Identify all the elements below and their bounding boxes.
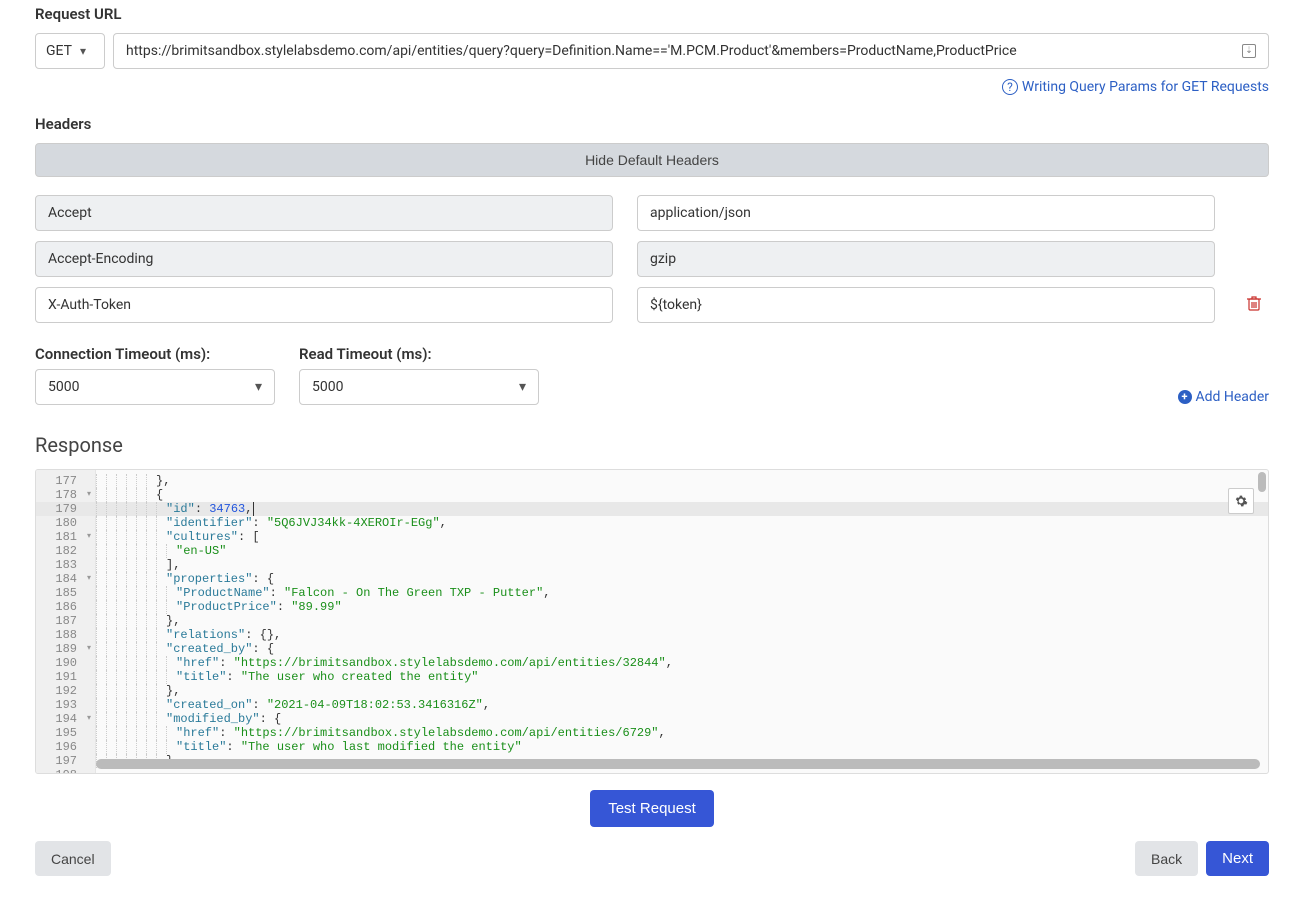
hide-default-headers-button[interactable]: Hide Default Headers <box>35 143 1269 177</box>
add-header-button[interactable]: + Add Header <box>1178 389 1270 405</box>
request-url-input[interactable]: https://brimitsandbox.stylelabsdemo.com/… <box>113 33 1269 69</box>
header-value[interactable]: application/json <box>637 195 1215 231</box>
delete-header-button[interactable] <box>1239 295 1269 315</box>
header-key[interactable]: X-Auth-Token <box>35 287 613 323</box>
help-icon: ? <box>1002 79 1018 95</box>
plus-icon: + <box>1178 390 1192 404</box>
settings-button[interactable] <box>1228 488 1254 514</box>
header-key: Accept <box>35 195 613 231</box>
trash-icon <box>1247 295 1261 311</box>
connection-timeout-value: 5000 <box>48 379 79 395</box>
http-method-select[interactable]: GET <box>35 33 105 69</box>
header-value[interactable]: ${token} <box>637 287 1215 323</box>
read-timeout-select[interactable]: 5000 <box>299 369 539 405</box>
next-button[interactable]: Next <box>1206 841 1269 876</box>
cancel-button[interactable]: Cancel <box>35 841 111 876</box>
connection-timeout-select[interactable]: 5000 <box>35 369 275 405</box>
request-url-label: Request URL <box>35 5 1269 23</box>
gear-icon <box>1234 494 1248 508</box>
header-value: gzip <box>637 241 1215 277</box>
read-timeout-value: 5000 <box>312 379 343 395</box>
http-method-value: GET <box>46 43 72 59</box>
add-header-label: Add Header <box>1196 389 1270 405</box>
headers-label: Headers <box>35 115 1269 133</box>
help-link-row: ?Writing Query Params for GET Requests <box>35 79 1269 95</box>
line-number-gutter: 1771781791801811821831841851861871881891… <box>36 470 96 773</box>
response-code-panel[interactable]: 1771781791801811821831841851861871881891… <box>35 469 1269 774</box>
header-key: Accept-Encoding <box>35 241 613 277</box>
code-body[interactable]: },{"id": 34763,"identifier": "5Q6JVJ34kk… <box>96 470 1268 773</box>
headers-grid: Accept application/json Accept-Encoding … <box>35 195 1269 323</box>
connection-timeout-label: Connection Timeout (ms): <box>35 345 275 363</box>
url-trailing-icon[interactable]: ⇣ <box>1242 44 1256 58</box>
test-request-button[interactable]: Test Request <box>590 790 714 827</box>
back-button[interactable]: Back <box>1135 841 1198 876</box>
help-link[interactable]: Writing Query Params for GET Requests <box>1022 79 1269 95</box>
request-url-value: https://brimitsandbox.stylelabsdemo.com/… <box>126 43 1017 59</box>
response-title: Response <box>35 433 1269 457</box>
horizontal-scrollbar[interactable] <box>96 759 1260 769</box>
read-timeout-label: Read Timeout (ms): <box>299 345 539 363</box>
